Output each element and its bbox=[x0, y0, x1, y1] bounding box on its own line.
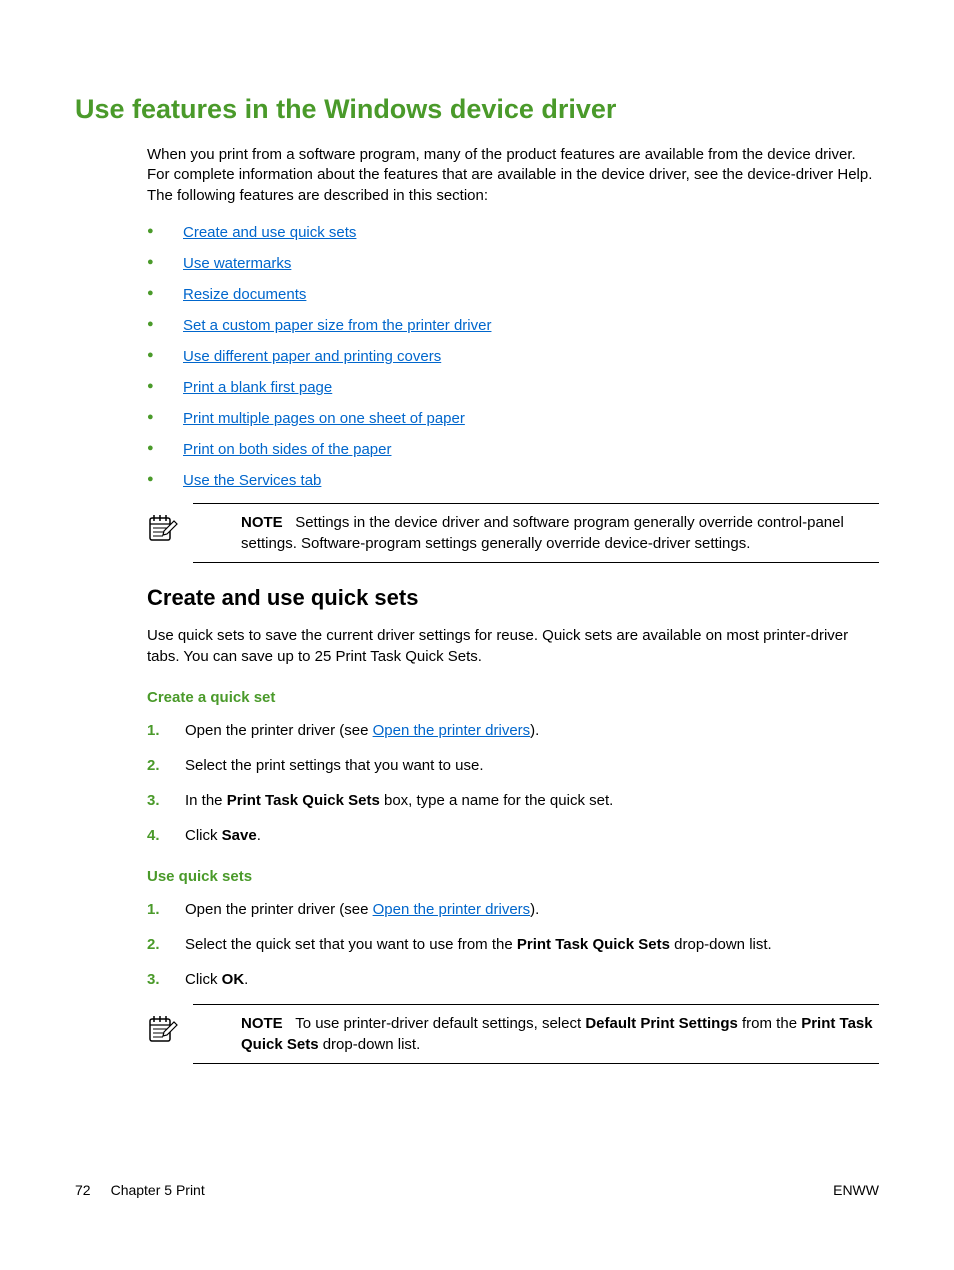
step: Select the quick set that you want to us… bbox=[147, 934, 879, 955]
link-resize[interactable]: Resize documents bbox=[183, 286, 306, 303]
link-open-drivers[interactable]: Open the printer drivers bbox=[373, 722, 531, 739]
link-custom-paper[interactable]: Set a custom paper size from the printer… bbox=[183, 317, 491, 334]
link-both-sides[interactable]: Print on both sides of the paper bbox=[183, 441, 391, 458]
step: Click Save. bbox=[147, 825, 879, 846]
step: In the Print Task Quick Sets box, type a… bbox=[147, 790, 879, 811]
note-label: NOTE bbox=[241, 514, 283, 531]
footer-lang: ENWW bbox=[833, 1182, 879, 1198]
create-steps: Open the printer driver (see Open the pr… bbox=[147, 720, 879, 846]
note-override-settings: NOTE Settings in the device driver and s… bbox=[193, 503, 879, 563]
note-default-settings: NOTE To use printer-driver default setti… bbox=[193, 1004, 879, 1064]
note-icon bbox=[147, 1013, 179, 1049]
use-steps: Open the printer driver (see Open the pr… bbox=[147, 899, 879, 990]
step: Open the printer driver (see Open the pr… bbox=[147, 899, 879, 920]
note-label: NOTE bbox=[241, 1015, 283, 1032]
step: Click OK. bbox=[147, 969, 879, 990]
link-watermarks[interactable]: Use watermarks bbox=[183, 255, 291, 272]
chapter-label: Chapter 5 Print bbox=[111, 1182, 205, 1198]
link-open-drivers[interactable]: Open the printer drivers bbox=[373, 901, 531, 918]
page-title: Use features in the Windows device drive… bbox=[75, 94, 879, 125]
link-services-tab[interactable]: Use the Services tab bbox=[183, 472, 321, 489]
feature-link-list: Create and use quick sets Use watermarks… bbox=[147, 224, 879, 489]
section-heading-quick-sets: Create and use quick sets bbox=[147, 585, 879, 611]
step: Select the print settings that you want … bbox=[147, 755, 879, 776]
link-different-paper[interactable]: Use different paper and printing covers bbox=[183, 348, 441, 365]
link-multiple-pages[interactable]: Print multiple pages on one sheet of pap… bbox=[183, 410, 465, 427]
intro-paragraph: When you print from a software program, … bbox=[147, 145, 879, 206]
link-blank-first[interactable]: Print a blank first page bbox=[183, 379, 332, 396]
page-number: 72 bbox=[75, 1182, 91, 1198]
subheading-create: Create a quick set bbox=[147, 689, 879, 706]
link-quick-sets[interactable]: Create and use quick sets bbox=[183, 224, 356, 241]
note-text: Settings in the device driver and softwa… bbox=[241, 514, 844, 552]
subheading-use: Use quick sets bbox=[147, 868, 879, 885]
page-footer: 72 Chapter 5 Print ENWW bbox=[75, 1182, 879, 1198]
section-body: Use quick sets to save the current drive… bbox=[147, 625, 879, 667]
note-icon bbox=[147, 512, 179, 548]
step: Open the printer driver (see Open the pr… bbox=[147, 720, 879, 741]
